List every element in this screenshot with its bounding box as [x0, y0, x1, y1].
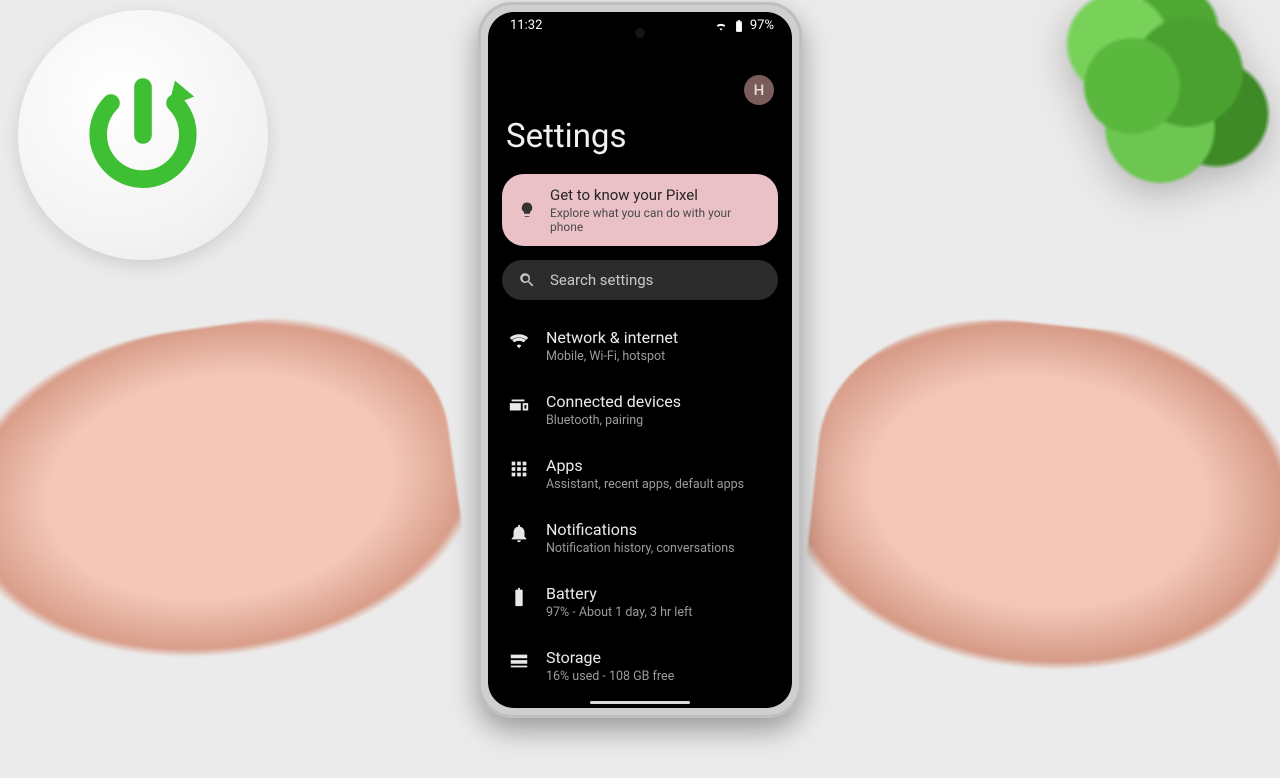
status-time: 11:32 [510, 18, 542, 33]
search-icon [518, 271, 536, 289]
table-logo-disc [18, 10, 268, 260]
item-subtitle: Assistant, recent apps, default apps [546, 477, 744, 492]
wifi-icon [508, 330, 530, 352]
item-apps[interactable]: Apps Assistant, recent apps, default app… [492, 442, 788, 506]
item-subtitle: 16% used - 108 GB free [546, 669, 674, 684]
search-placeholder: Search settings [550, 271, 653, 289]
status-battery-pct: 97% [750, 18, 774, 33]
apps-grid-icon [508, 458, 530, 480]
settings-list: Network & internet Mobile, Wi-Fi, hotspo… [488, 310, 792, 698]
item-subtitle: 97% - About 1 day, 3 hr left [546, 605, 692, 620]
wifi-icon [714, 19, 728, 33]
item-subtitle: Bluetooth, pairing [546, 413, 681, 428]
item-title: Battery [546, 584, 692, 603]
item-subtitle: Notification history, conversations [546, 541, 735, 556]
header-row: H [488, 35, 792, 105]
item-title: Network & internet [546, 328, 678, 347]
promo-subtitle: Explore what you can do with your phone [550, 206, 762, 234]
item-battery[interactable]: Battery 97% - About 1 day, 3 hr left [492, 570, 788, 634]
phone-frame: 11:32 97% H Settings Get to know your Pi… [478, 2, 802, 718]
search-settings[interactable]: Search settings [502, 260, 778, 300]
gesture-home-indicator[interactable] [590, 701, 690, 704]
item-network-internet[interactable]: Network & internet Mobile, Wi-Fi, hotspo… [492, 314, 788, 378]
front-camera-hole [635, 28, 645, 38]
page-title: Settings [488, 105, 792, 174]
devices-icon [508, 394, 530, 416]
storage-icon [508, 650, 530, 672]
power-refresh-icon [63, 55, 223, 215]
item-connected-devices[interactable]: Connected devices Bluetooth, pairing [492, 378, 788, 442]
promo-title: Get to know your Pixel [550, 186, 762, 204]
promo-card-get-to-know-pixel[interactable]: Get to know your Pixel Explore what you … [502, 174, 778, 246]
left-hand [0, 296, 485, 764]
lightbulb-icon [518, 201, 536, 219]
item-subtitle: Mobile, Wi-Fi, hotspot [546, 349, 678, 364]
succulent-plant [1020, 0, 1280, 240]
battery-icon [508, 586, 530, 608]
profile-avatar[interactable]: H [744, 75, 774, 105]
phone-screen: 11:32 97% H Settings Get to know your Pi… [488, 12, 792, 708]
item-title: Apps [546, 456, 744, 475]
item-notifications[interactable]: Notifications Notification history, conv… [492, 506, 788, 570]
item-storage[interactable]: Storage 16% used - 108 GB free [492, 634, 788, 698]
battery-icon [732, 19, 746, 33]
right-hand [790, 302, 1280, 778]
item-title: Notifications [546, 520, 735, 539]
item-title: Connected devices [546, 392, 681, 411]
bell-icon [508, 522, 530, 544]
status-right: 97% [714, 18, 774, 33]
item-title: Storage [546, 648, 674, 667]
